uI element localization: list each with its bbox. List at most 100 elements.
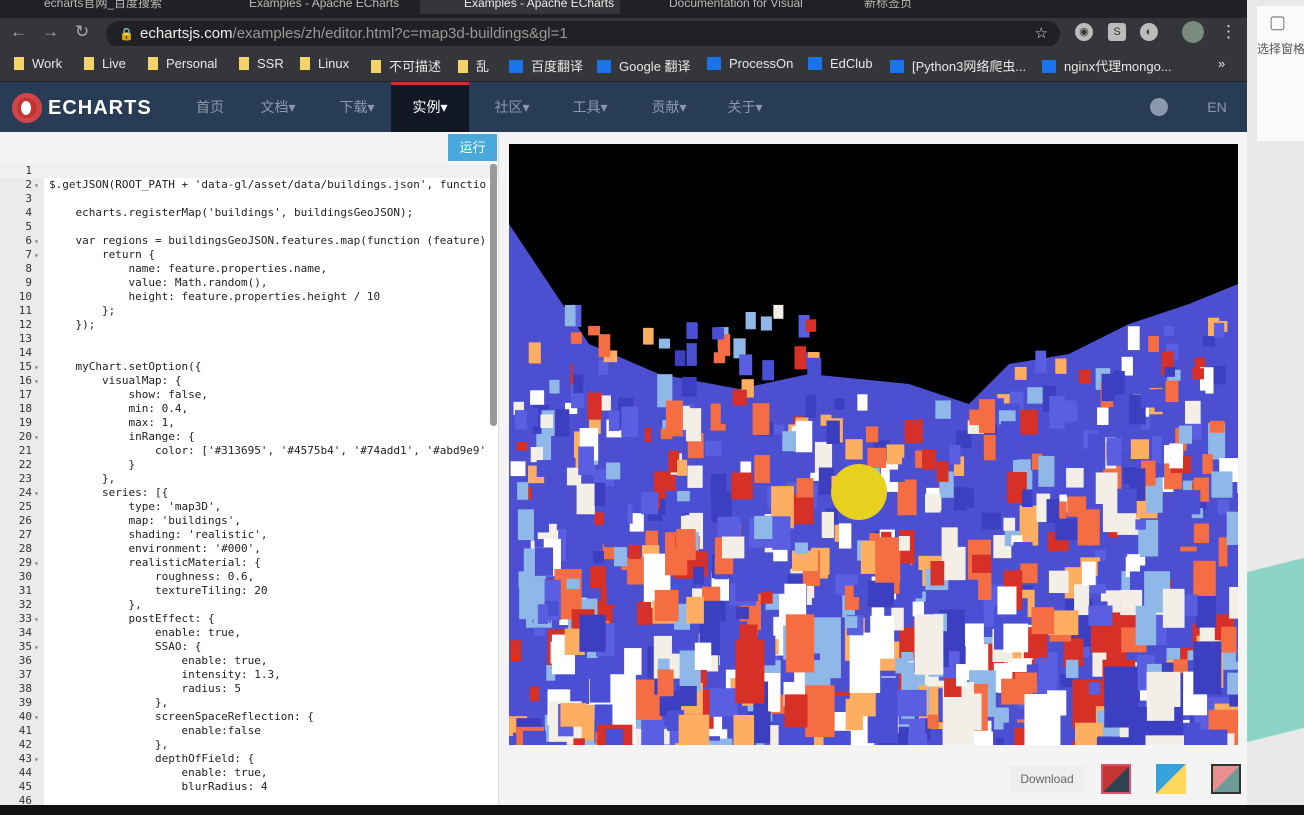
select-pane-icon[interactable]: ▢ — [1269, 12, 1286, 33]
fold-arrow-icon[interactable]: ▾ — [34, 753, 44, 767]
code-line[interactable]: 26 map: 'buildings', — [0, 514, 498, 528]
browser-tab[interactable]: Examples - Apache ECharts — [420, 0, 620, 14]
fold-arrow-icon[interactable]: ▾ — [34, 613, 44, 627]
code-line[interactable]: 18 min: 0.4, — [0, 402, 498, 416]
nav-item[interactable]: 首页 — [180, 82, 240, 132]
code-line[interactable]: 11 }; — [0, 304, 498, 318]
code-line[interactable]: 44 enable: true, — [0, 766, 498, 780]
nav-item[interactable]: 实例▾ — [391, 82, 469, 132]
code-line[interactable]: 14 — [0, 346, 498, 360]
fold-arrow-icon[interactable]: ▾ — [34, 711, 44, 725]
code-line[interactable]: 41 enable:false — [0, 724, 498, 738]
code-line[interactable]: 43 ▾ depthOfField: { — [0, 752, 498, 766]
code-line[interactable]: 20 ▾ inRange: { — [0, 430, 498, 444]
code-line[interactable]: 23 }, — [0, 472, 498, 486]
code-line[interactable]: 42 }, — [0, 738, 498, 752]
bookmark-item[interactable]: nginx代理mongo... — [1042, 56, 1172, 75]
bookmark-item[interactable]: SSR — [239, 56, 284, 71]
echarts-logo[interactable]: ECHARTS — [12, 93, 152, 123]
code-line[interactable]: 40 ▾ screenSpaceReflection: { — [0, 710, 498, 724]
code-line[interactable]: 8 name: feature.properties.name, — [0, 262, 498, 276]
select-pane-label[interactable]: 选择窗格 — [1257, 40, 1304, 57]
code-line[interactable]: 3 — [0, 192, 498, 206]
fold-arrow-icon[interactable]: ▾ — [34, 641, 44, 655]
bookmark-item[interactable]: 乱 — [458, 56, 489, 75]
browser-tab[interactable]: Examples - Apache ECharts — [205, 0, 405, 14]
fold-arrow-icon[interactable]: ▾ — [34, 431, 44, 445]
code-line[interactable]: 16 ▾ visualMap: { — [0, 374, 498, 388]
fold-arrow-icon[interactable]: ▾ — [34, 487, 44, 501]
bookmark-item[interactable]: Linux — [300, 56, 349, 71]
code-line[interactable]: 34 enable: true, — [0, 626, 498, 640]
bookmark-item[interactable]: Work — [14, 56, 62, 71]
nav-item[interactable]: 文档▾ — [248, 82, 308, 132]
editor-scrollbar[interactable] — [490, 164, 497, 426]
s-extension-icon[interactable]: S — [1108, 23, 1126, 41]
star-icon[interactable]: ☆ — [1035, 21, 1048, 47]
code-line[interactable]: 39 }, — [0, 696, 498, 710]
more-bookmarks-button[interactable]: » — [1218, 56, 1225, 71]
code-line[interactable]: 2 ▾ $.getJSON(ROOT_PATH + 'data-gl/asset/d… — [0, 178, 498, 192]
bookmark-item[interactable]: Personal — [148, 56, 217, 71]
bookmark-item[interactable]: 不可描述 — [371, 56, 441, 75]
code-line[interactable]: 4 echarts.registerMap('buildings', build… — [0, 206, 498, 220]
lang-switch[interactable]: EN — [1200, 82, 1234, 132]
url-bar[interactable]: 🔒 echartsjs.com/examples/zh/editor.html?… — [106, 21, 1060, 47]
fold-arrow-icon[interactable]: ▾ — [34, 375, 44, 389]
code-line[interactable]: 6 ▾ var regions = buildingsGeoJSON.featur… — [0, 234, 498, 248]
theme-swatch-default[interactable] — [1101, 764, 1131, 794]
download-button[interactable]: Download — [1009, 766, 1085, 792]
code-line[interactable]: 21 color: ['#313695', '#4575b4', '#74add… — [0, 444, 498, 458]
code-line[interactable]: 45 blurRadius: 4 — [0, 780, 498, 794]
avatar[interactable] — [1182, 21, 1204, 43]
browser-tab[interactable]: 新标签页 — [820, 0, 1020, 14]
code-line[interactable]: 37 intensity: 1.3, — [0, 668, 498, 682]
fold-arrow-icon[interactable]: ▾ — [34, 557, 44, 571]
nav-item[interactable]: 贡献▾ — [639, 82, 699, 132]
code-line[interactable]: 7 ▾ return { — [0, 248, 498, 262]
fold-arrow-icon[interactable]: ▾ — [34, 249, 44, 263]
bookmark-item[interactable]: ProcessOn — [707, 56, 793, 71]
code-line[interactable]: 36 enable: true, — [0, 654, 498, 668]
code-line[interactable]: 38 radius: 5 — [0, 682, 498, 696]
code-line[interactable]: 17 show: false, — [0, 388, 498, 402]
reload-icon[interactable]: ↻ — [75, 22, 89, 42]
github-icon[interactable] — [1150, 98, 1168, 116]
browser-tab[interactable]: Documentation for Visual — [625, 0, 825, 14]
code-line[interactable]: 30 roughness: 0.6, — [0, 570, 498, 584]
theme-swatch-light[interactable] — [1156, 764, 1186, 794]
code-line[interactable]: 35 ▾ SSAO: { — [0, 640, 498, 654]
code-line[interactable]: 32 }, — [0, 598, 498, 612]
nav-item[interactable]: 工具▾ — [560, 82, 620, 132]
code-line[interactable]: 9 value: Math.random(), — [0, 276, 498, 290]
nav-item[interactable]: 社区▾ — [482, 82, 542, 132]
code-line[interactable]: 15 ▾ myChart.setOption({ — [0, 360, 498, 374]
code-line[interactable]: 22 } — [0, 458, 498, 472]
bookmark-item[interactable]: Live — [84, 56, 126, 71]
bookmark-item[interactable]: 百度翻译 — [509, 56, 583, 75]
map3d-canvas[interactable] — [509, 144, 1238, 745]
fold-arrow-icon[interactable]: ▾ — [34, 179, 44, 193]
extension-icon[interactable]: ◐ — [1140, 23, 1158, 41]
camera-extension-icon[interactable]: ◉ — [1075, 23, 1093, 41]
run-button[interactable]: 运行 — [448, 134, 497, 161]
code-line[interactable]: 46 — [0, 794, 498, 805]
bookmark-item[interactable]: Google 翻译 — [597, 56, 691, 75]
fold-arrow-icon[interactable]: ▾ — [34, 361, 44, 375]
code-line[interactable]: 28 environment: '#000', — [0, 542, 498, 556]
code-line[interactable]: 10 height: feature.properties.height / 1… — [0, 290, 498, 304]
code-line[interactable]: 27 shading: 'realistic', — [0, 528, 498, 542]
nav-item[interactable]: 下载▾ — [327, 82, 387, 132]
fold-arrow-icon[interactable]: ▾ — [34, 235, 44, 249]
back-icon[interactable]: ← — [10, 22, 27, 42]
code-line[interactable]: 33 ▾ postEffect: { — [0, 612, 498, 626]
code-line[interactable]: 25 type: 'map3D', — [0, 500, 498, 514]
code-line[interactable]: 19 max: 1, — [0, 416, 498, 430]
theme-swatch-dark[interactable] — [1211, 764, 1241, 794]
bookmark-item[interactable]: EdClub — [808, 56, 873, 71]
code-line[interactable]: 24 ▾ series: [{ — [0, 486, 498, 500]
code-line[interactable]: 12 }); — [0, 318, 498, 332]
code-line[interactable]: 5 — [0, 220, 498, 234]
browser-tab[interactable]: echarts官网_百度搜索 — [0, 0, 200, 14]
nav-item[interactable]: 关于▾ — [715, 82, 775, 132]
